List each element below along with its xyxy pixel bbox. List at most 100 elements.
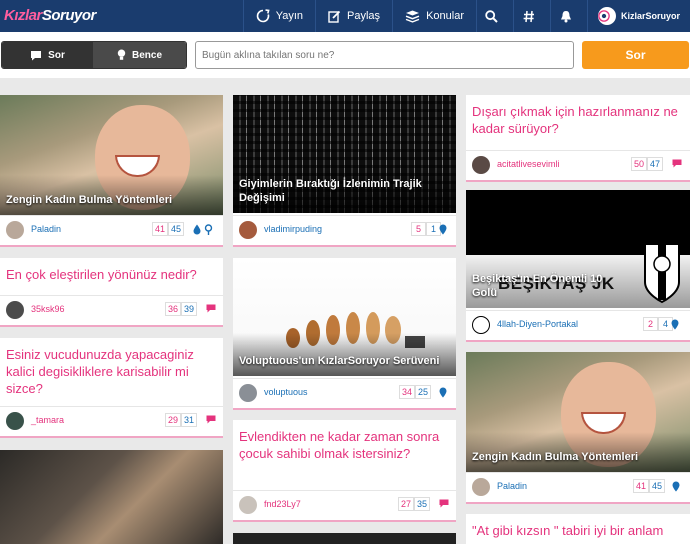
reply-count: 47: [647, 157, 664, 171]
chat-icon: [31, 50, 42, 60]
username[interactable]: vladimirpuding: [264, 224, 322, 234]
nav-yayin[interactable]: Yayın: [242, 0, 315, 32]
stack-icon: [405, 10, 420, 23]
avatar[interactable]: [6, 301, 24, 319]
mode-toggle: Sor Bence: [1, 41, 187, 69]
question-title[interactable]: Esiniz vucudunuzda yapacaginiz kalici de…: [6, 346, 215, 397]
username[interactable]: voluptuous: [264, 387, 308, 397]
mode-bence-label: Bence: [132, 49, 163, 61]
hashtag-icon: [523, 10, 534, 22]
username[interactable]: fnd23Ly7: [264, 499, 301, 509]
question-card[interactable]: Esiniz vucudunuzda yapacaginiz kalici de…: [0, 338, 223, 436]
nav-paylas-label: Paylaş: [347, 10, 381, 22]
post-title[interactable]: Giyimlerin Bıraktığı İzlenimin Trajik De…: [239, 177, 450, 205]
nav-konular[interactable]: Konular: [392, 0, 476, 32]
top-navbar: KızlarSoruyor Yayın Paylaş Konular Kizla…: [0, 0, 690, 32]
hashtag-nav-button[interactable]: [512, 0, 550, 32]
question-title[interactable]: "At gibi kızsın " tabiri iyi bir anlam: [472, 522, 682, 539]
notifications-button[interactable]: [549, 0, 587, 32]
post-footer: vladimirpuding 51: [233, 215, 456, 243]
mode-bence-button[interactable]: Bence: [93, 42, 186, 68]
question-title[interactable]: En çok eleştirilen yönünüz nedir?: [6, 266, 215, 283]
profile-menu[interactable]: KizlarSoruyor: [586, 0, 690, 32]
avatar[interactable]: [472, 156, 490, 174]
post-card[interactable]: Voluptuous'un KızlarSoruyor Serüveni vol…: [233, 258, 456, 408]
username[interactable]: acitatlivesevimli: [497, 159, 560, 169]
post-card[interactable]: Zengin Kadın Bulma Yöntemleri Paladin 41…: [0, 95, 223, 245]
question-card[interactable]: "At gibi kızsın " tabiri iyi bir anlam: [466, 514, 690, 544]
avatar[interactable]: [472, 316, 490, 334]
nav-konular-label: Konular: [426, 10, 464, 22]
search-icon: [485, 9, 499, 23]
mode-sor-label: Sor: [48, 49, 65, 61]
submit-question-button[interactable]: Sor: [582, 41, 689, 69]
mode-sor-button[interactable]: Sor: [2, 42, 94, 68]
avatar[interactable]: [472, 478, 490, 496]
post-title[interactable]: Voluptuous'un KızlarSoruyor Serüveni: [239, 354, 450, 368]
post-footer: Paladin 41 45: [466, 472, 690, 500]
post-card[interactable]: Giyimlerin Bıraktığı İzlenimin Trajik De…: [233, 95, 456, 245]
username[interactable]: 35ksk96: [31, 304, 65, 314]
post-title[interactable]: Zengin Kadın Bulma Yöntemleri: [6, 193, 217, 207]
profile-avatar-icon: [597, 7, 616, 25]
post-card[interactable]: Zengin Kadın Bulma Yöntemleri Paladin 41…: [466, 352, 690, 502]
username[interactable]: Paladin: [31, 224, 61, 234]
username[interactable]: 4llah-Diyen-Portakal: [497, 319, 578, 329]
opinion-count: 27: [398, 497, 415, 511]
post-card[interactable]: [233, 533, 456, 544]
opinion-count: 5: [411, 222, 426, 236]
avatar[interactable]: [6, 412, 24, 430]
ask-bar: Sor Bence Sor: [0, 32, 690, 78]
comment-icon: [206, 304, 216, 313]
question-card[interactable]: Evlendikten ne kadar zaman sonra çocuk s…: [233, 420, 456, 520]
nav-paylas[interactable]: Paylaş: [315, 0, 392, 32]
post-card[interactable]: [0, 450, 223, 544]
post-image: Zengin Kadın Bulma Yöntemleri: [0, 95, 223, 215]
post-image: Giyimlerin Bıraktığı İzlenimin Trajik De…: [233, 95, 456, 213]
post-title[interactable]: Beşiktaş'ın En Önemli 10 Golü: [472, 272, 630, 300]
username[interactable]: Paladin: [497, 481, 527, 491]
reply-count: 31: [181, 413, 198, 427]
site-logo[interactable]: KızlarSoruyor: [4, 7, 96, 24]
post-image: Voluptuous'un KızlarSoruyor Serüveni: [233, 258, 456, 376]
avatar[interactable]: [239, 384, 257, 402]
profile-name: KizlarSoruyor: [620, 11, 680, 21]
post-footer: Paladin 41 45: [0, 215, 223, 243]
opinion-count: 41: [152, 222, 169, 236]
avatar[interactable]: [239, 221, 257, 239]
avatar[interactable]: [239, 496, 257, 514]
opinion-count: 29: [165, 413, 182, 427]
post-title[interactable]: Zengin Kadın Bulma Yöntemleri: [472, 450, 684, 464]
post-card[interactable]: BEŞİKTAŞ JK Beşiktaş'ın En Önemli 10 Gol…: [466, 190, 690, 340]
club-crest-icon: [644, 243, 680, 304]
opinion-count: 36: [165, 302, 182, 316]
post-footer: acitatlivesevimli 50 47: [466, 150, 690, 178]
question-card[interactable]: Dışarı çıkmak için hazırlanmanız ne kada…: [466, 95, 690, 180]
post-footer: voluptuous 34 25: [233, 378, 456, 406]
question-title[interactable]: Evlendikten ne kadar zaman sonra çocuk s…: [239, 428, 448, 462]
question-card[interactable]: En çok eleştirilen yönünüz nedir? 35ksk9…: [0, 258, 223, 325]
bell-icon: [560, 10, 571, 22]
search-nav-button[interactable]: [475, 0, 513, 32]
question-input[interactable]: [195, 41, 574, 69]
username[interactable]: _tamara: [31, 415, 64, 425]
avatar[interactable]: [6, 221, 24, 239]
logo-part-1: Kızlar: [4, 7, 42, 24]
reply-count: 39: [181, 302, 198, 316]
refresh-icon: [256, 9, 270, 23]
location-pin-icon: [204, 224, 213, 235]
lightbulb-icon: [117, 49, 126, 60]
location-pin-icon: [671, 319, 679, 330]
comment-icon: [206, 415, 216, 424]
comment-icon: [439, 499, 449, 508]
location-pin-icon: [439, 387, 447, 398]
question-title[interactable]: Dışarı çıkmak için hazırlanmanız ne kada…: [472, 103, 682, 137]
reply-count: 25: [415, 385, 432, 399]
opinion-count: 2: [643, 317, 658, 331]
reply-count: 35: [414, 497, 431, 511]
location-pin-icon: [672, 481, 680, 492]
opinion-count: 50: [631, 157, 648, 171]
reply-count: 45: [649, 479, 666, 493]
drop-icon: [193, 224, 201, 235]
opinion-count: 34: [399, 385, 416, 399]
